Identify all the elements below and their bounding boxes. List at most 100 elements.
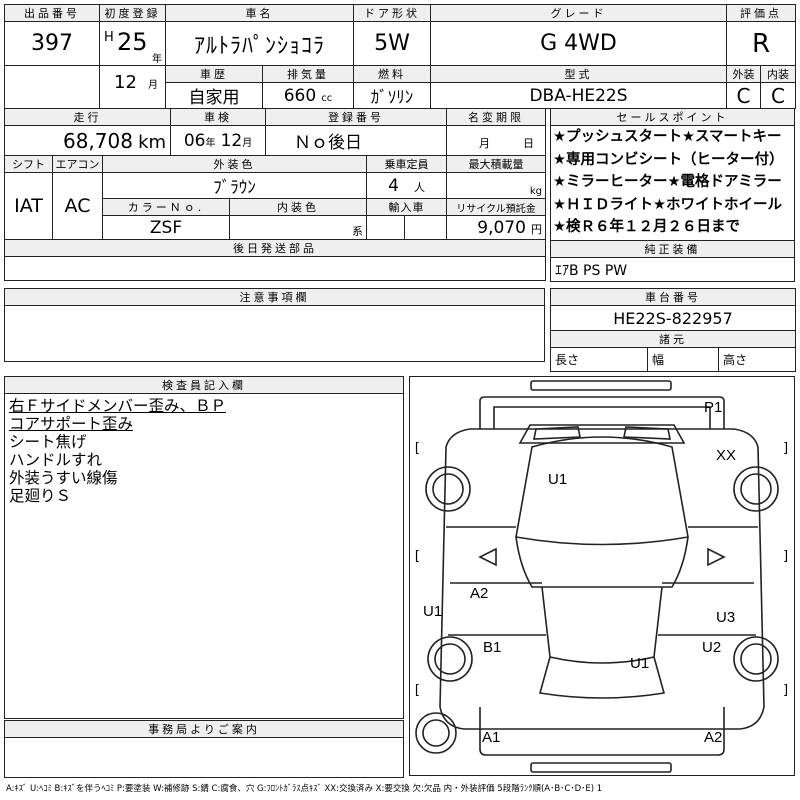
name-change-label: 名変期限 — [446, 108, 547, 126]
import-label: 輸入車 — [366, 198, 448, 216]
damage-mark-u2: U2 — [702, 639, 722, 656]
bracket-right-mid: ] — [782, 549, 790, 564]
damage-mark-b1: B1 — [483, 639, 502, 656]
office-table: 事務局よりご案内 — [4, 720, 404, 778]
displacement-label: 排気量 — [262, 65, 354, 83]
recycle-label: リサイクル預託金 — [446, 198, 547, 216]
fuel: ｶﾞｿﾘﾝ — [353, 82, 431, 109]
ext-color: ﾌﾞﾗｳﾝ — [101, 172, 368, 199]
inspector-note: 足廻りＳ — [9, 487, 72, 505]
max-load-cell: kg — [446, 172, 547, 199]
bracket-right-bottom: ] — [782, 683, 790, 698]
damage-mark-a2-bottom: A2 — [704, 729, 723, 746]
mirror-right-shape — [707, 547, 726, 567]
door-label: ドア形状 — [353, 4, 431, 22]
lot-label: 出品番号 — [4, 4, 100, 22]
sales-point-line: ★ミラーヒーター★電格ドアミラー — [553, 174, 782, 191]
exterior-label: 外装 — [726, 65, 761, 83]
bracket-left-bottom: [ — [413, 683, 421, 698]
name-change-month: 月 — [479, 137, 491, 150]
bracket-left-mid: [ — [413, 549, 421, 564]
displacement: 660 — [283, 85, 317, 106]
first-reg-month: 12 月 — [99, 65, 166, 109]
inspection-month: 12 — [220, 130, 243, 151]
vehicle-info-table: 走行 車検 登録番号 名変期限 68,708 km 06年 12月 Ｎｏ後日 月… — [3, 108, 547, 281]
capacity-cell: 4 人 — [366, 172, 448, 199]
score-label: 評価点 — [726, 4, 796, 22]
capacity-label: 乗車定員 — [366, 155, 448, 173]
aircon: AC — [52, 172, 103, 240]
notes-label: 注意事項欄 — [4, 288, 545, 306]
rear-bumper-shape — [530, 762, 672, 773]
capacity-unit: 人 — [413, 180, 425, 194]
wheel-rear-left — [427, 636, 473, 682]
equipment-value: ｴｱB PS PW — [550, 257, 795, 282]
year-unit: 年 — [152, 54, 162, 65]
int-color-label: 内装色 — [229, 198, 368, 216]
rear-roof-shape — [541, 586, 663, 664]
equipment-label: 純正装備 — [550, 240, 795, 258]
header-table: 出品番号 初度登録 車名 ドア形状 グレード 評価点 397 H 25 年 ｱﾙ… — [4, 4, 796, 109]
ext-color-label: 外装色 — [101, 155, 368, 173]
capacity: 4 — [388, 175, 399, 196]
shift-label: シフト — [4, 155, 53, 173]
chassis-number: HE22S-822957 — [550, 305, 796, 331]
inspector-note: 右Ｆサイドメンバー歪み、ＢＰ — [9, 397, 227, 415]
car-diagram — [415, 380, 779, 773]
legend-footer: A:ｷｽﾞ U:ﾍｺﾐ B:ｷｽﾞを伴うﾍｺﾐ P:要塗装 W:補修跡 S:錆 … — [6, 784, 603, 794]
max-load-label: 最大積載量 — [446, 155, 547, 173]
history: 自家用 — [165, 82, 263, 109]
color-no: ZSF — [101, 215, 231, 240]
year-value: 25 — [117, 28, 148, 56]
chassis-table: 車台番号 HE22S-822957 諸元 長さ 幅 高さ — [550, 288, 796, 372]
era-letter: H — [104, 30, 114, 45]
inspector-label: 検査員記入欄 — [4, 376, 404, 394]
score: R — [726, 21, 796, 66]
grade-label: グレード — [430, 4, 727, 22]
windshield-shape — [518, 424, 686, 444]
damage-mark-u1-left: U1 — [423, 603, 443, 620]
month-value: 12 — [114, 72, 137, 93]
inspection-label: 車検 — [170, 108, 267, 126]
inspector-note: ハンドルすれ — [9, 451, 103, 469]
mirror-left-shape — [478, 547, 497, 567]
roof-shape — [515, 436, 689, 546]
aircon-label: エアコン — [52, 155, 103, 173]
displacement-unit: cc — [321, 92, 333, 104]
bracket-left-top: [ — [413, 441, 421, 456]
recycle-cell: 9,070 円 — [446, 215, 547, 240]
rear-panel-shape — [479, 707, 725, 756]
model-code: DBA-HE22S — [430, 82, 727, 109]
later-parts-label: 後日発送部品 — [3, 239, 547, 257]
damage-mark-p1: P1 — [704, 399, 723, 416]
recycle-amount: 9,070 — [477, 217, 526, 238]
damage-mark-a2-left: A2 — [470, 585, 489, 602]
grade: G 4WD — [430, 21, 727, 66]
mileage-cell: 68,708 km — [3, 125, 172, 156]
displacement-cell: 660 cc — [262, 82, 354, 109]
wheel-front-left — [425, 466, 471, 512]
int-color-cell: 系 — [229, 215, 368, 240]
wheel-rear-right — [733, 636, 779, 682]
sales-points-body: ★プッシュスタート★スマートキー ★専用コンビシート（ヒーター付） ★ミラーヒー… — [550, 125, 795, 241]
sales-point-line: ★検Ｒ６年１２月２６日まで — [553, 219, 740, 236]
sales-points-label: セールスポイント — [550, 108, 795, 126]
first-reg-year: H 25 年 — [99, 21, 166, 66]
spare-wheel — [415, 712, 457, 754]
exterior-grade: C — [726, 82, 761, 109]
damage-mark-u1-rear: U1 — [630, 655, 650, 672]
inspection-month-unit: 月 — [242, 137, 253, 149]
sales-point-line: ★ＨＩＤライト★ホワイトホイール — [553, 196, 782, 213]
inspector-body: 右Ｆサイドメンバー歪み、ＢＰ コアサポート歪み シート焦げ ハンドルすれ 外装う… — [4, 393, 404, 719]
inspection-cell: 06年 12月 — [170, 125, 267, 156]
shift: IAT — [4, 172, 53, 240]
reg-number-label: 登録番号 — [265, 108, 448, 126]
sales-point-line: ★プッシュスタート★スマートキー — [553, 129, 782, 145]
lot-blank — [4, 65, 100, 109]
dimension-height: 高さ — [718, 347, 796, 372]
damage-mark-a1: A1 — [482, 729, 501, 746]
mileage-unit: km — [138, 131, 167, 153]
int-color-unit: 系 — [352, 225, 364, 238]
color-no-label: カラーＮｏ. — [101, 198, 231, 216]
first-reg-label: 初度登録 — [99, 4, 166, 22]
